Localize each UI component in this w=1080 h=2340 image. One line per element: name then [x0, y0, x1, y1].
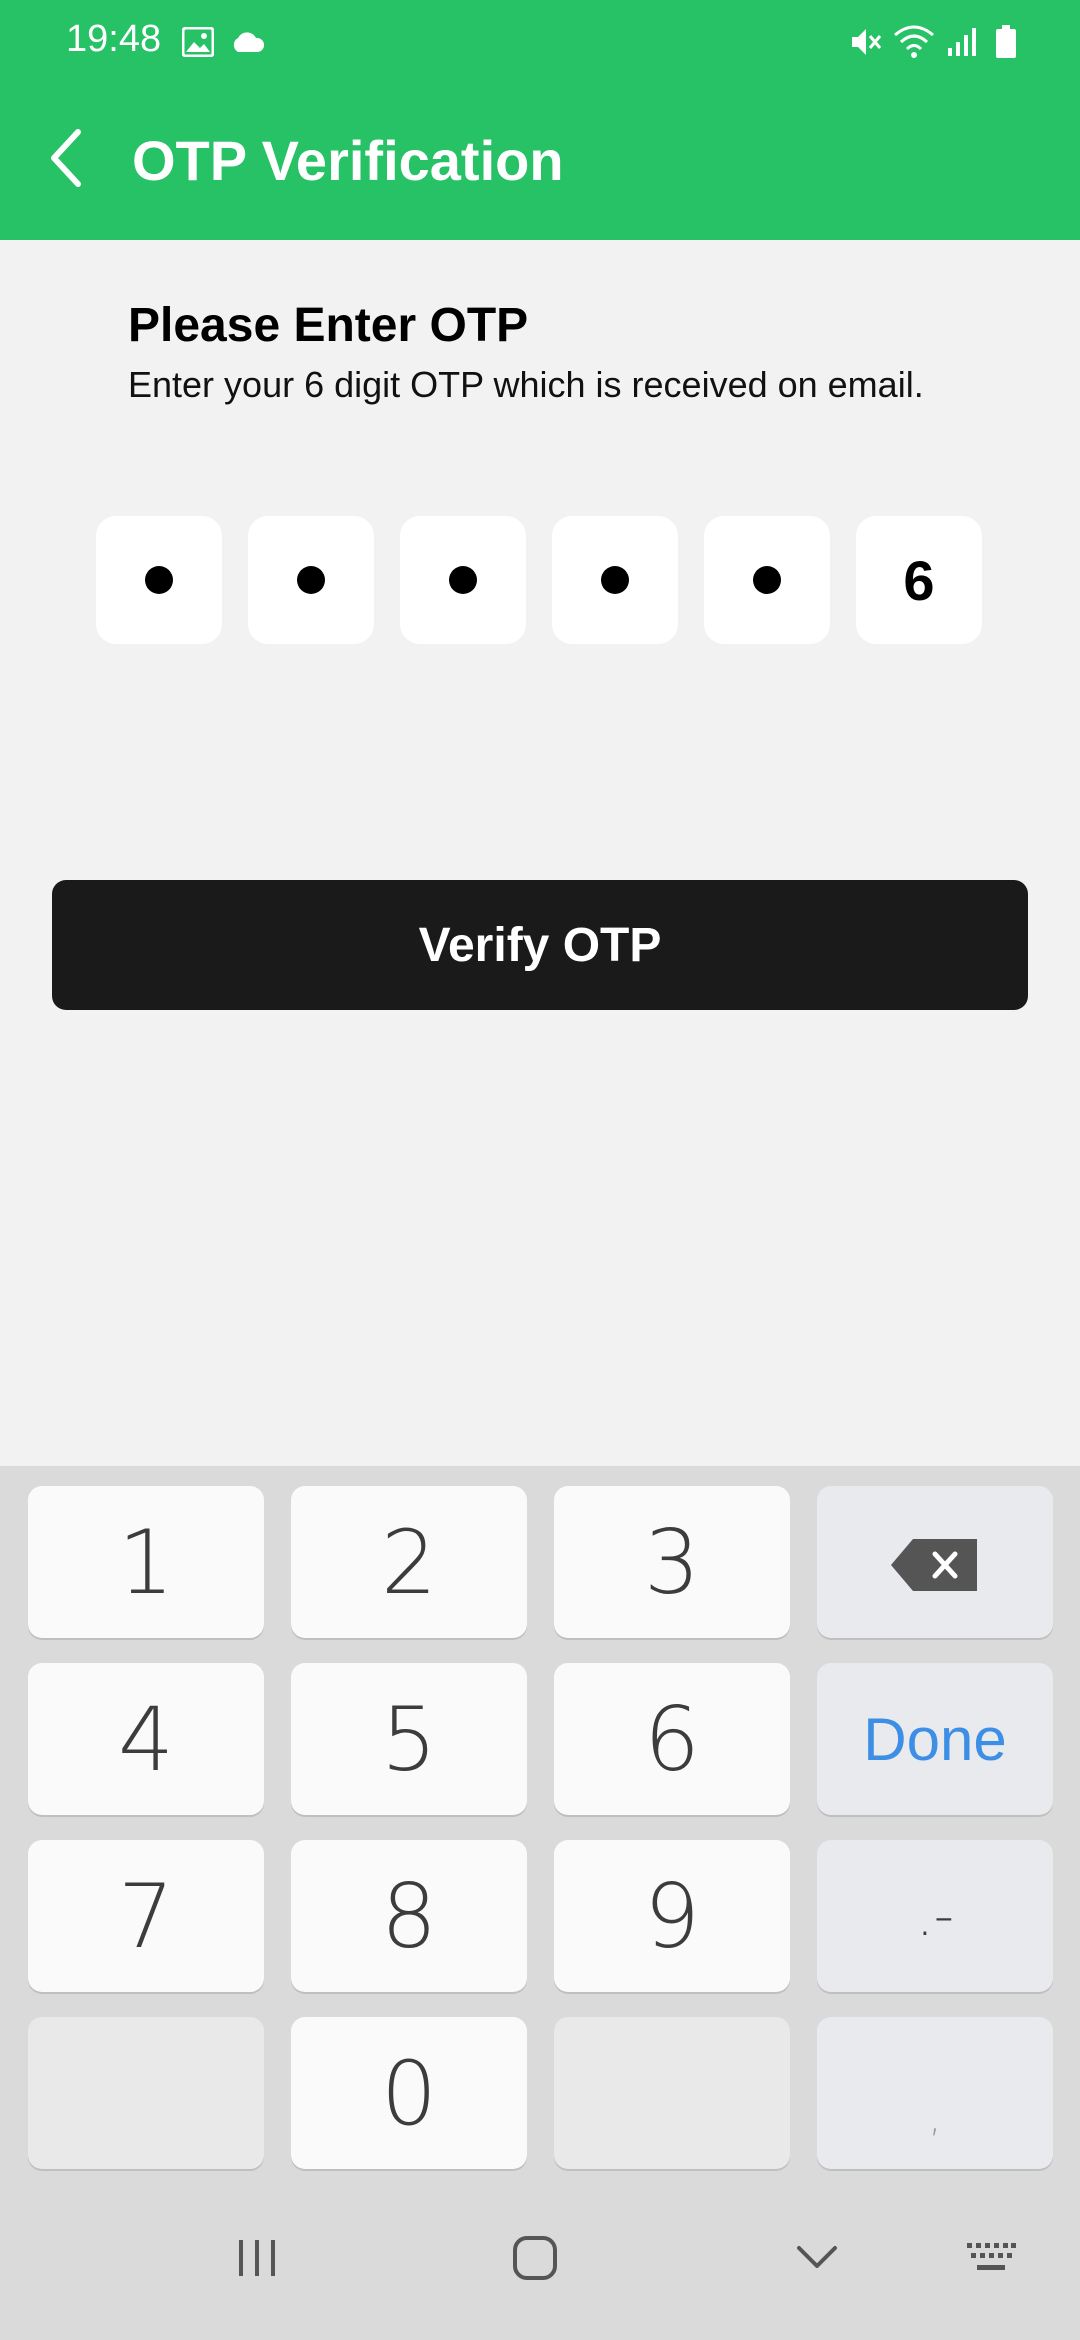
- mute-icon: [846, 22, 886, 62]
- key-4[interactable]: 4: [28, 1663, 264, 1815]
- back-button[interactable]: [36, 120, 96, 200]
- masked-digit: [753, 566, 781, 594]
- key-7[interactable]: 7: [28, 1840, 264, 1992]
- key-3[interactable]: 3: [554, 1486, 790, 1638]
- key-comma[interactable]: ,: [817, 2017, 1053, 2169]
- masked-digit: [449, 566, 477, 594]
- status-time: 19:48: [66, 18, 162, 60]
- key-0[interactable]: 0: [291, 2017, 527, 2169]
- otp-box-5[interactable]: [704, 516, 830, 644]
- page-title: OTP Verification: [132, 129, 564, 192]
- status-bar: 19:48: [0, 0, 1080, 84]
- cloud-icon: [228, 22, 266, 62]
- otp-instructions: Enter your 6 digit OTP which is received…: [128, 364, 924, 405]
- otp-box-3[interactable]: [400, 516, 526, 644]
- signal-icon: [944, 22, 980, 62]
- key-backspace[interactable]: [817, 1486, 1053, 1638]
- hide-keyboard-icon: [795, 2244, 839, 2277]
- masked-digit: [145, 566, 173, 594]
- masked-digit: [601, 566, 629, 594]
- key-done[interactable]: Done: [817, 1663, 1053, 1815]
- hide-keyboard-button[interactable]: [782, 2220, 852, 2300]
- otp-box-1[interactable]: [96, 516, 222, 644]
- keyboard-switch-button[interactable]: [956, 2220, 1026, 2300]
- key-8[interactable]: 8: [291, 1840, 527, 1992]
- key-1[interactable]: 1: [28, 1486, 264, 1638]
- image-icon: [180, 22, 216, 62]
- recents-button[interactable]: [222, 2220, 292, 2300]
- home-icon: [512, 2235, 558, 2286]
- key-blank-left: [28, 2017, 264, 2169]
- keyboard-switch-icon: [965, 2241, 1017, 2280]
- battery-icon: [992, 22, 1020, 62]
- otp-box-2[interactable]: [248, 516, 374, 644]
- key-2[interactable]: 2: [291, 1486, 527, 1638]
- key-dot-dash[interactable]: .-: [817, 1840, 1053, 1992]
- numeric-keyboard: 1 2 3 4 5 6 Done 7 8 9 .- 0 ,: [0, 1466, 1080, 2176]
- otp-box-4[interactable]: [552, 516, 678, 644]
- navigation-bar: [0, 2176, 1080, 2340]
- home-button[interactable]: [500, 2220, 570, 2300]
- key-blank-right: [554, 2017, 790, 2169]
- verify-otp-button[interactable]: Verify OTP: [52, 880, 1028, 1010]
- otp-digit-value: 6: [903, 548, 935, 612]
- otp-input-group: 6: [96, 516, 984, 644]
- key-5[interactable]: 5: [291, 1663, 527, 1815]
- wifi-icon: [892, 22, 936, 62]
- backspace-icon: [889, 1511, 981, 1614]
- masked-digit: [297, 566, 325, 594]
- chevron-left-icon: [46, 128, 86, 193]
- recents-icon: [235, 2238, 279, 2283]
- top-bar: 19:48 OTP Verification: [0, 0, 1080, 240]
- key-6[interactable]: 6: [554, 1663, 790, 1815]
- otp-heading: Please Enter OTP: [128, 299, 529, 352]
- otp-box-6[interactable]: 6: [856, 516, 982, 644]
- key-9[interactable]: 9: [554, 1840, 790, 1992]
